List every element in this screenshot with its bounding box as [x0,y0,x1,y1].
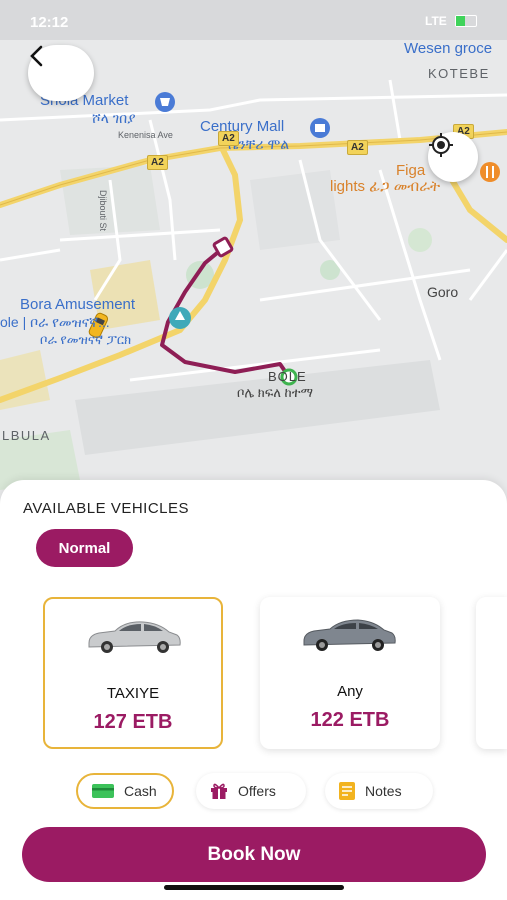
category-chip-normal[interactable]: Normal [36,529,133,567]
car-icon [88,621,181,653]
cash-label: Cash [124,783,157,799]
poi-figa-lights: lights ፊጋ መብራት [330,178,441,195]
gift-icon [211,783,227,799]
offers-option[interactable]: Offers [196,773,306,809]
vehicle-price: 127 ETB [93,711,173,733]
status-time: 12:12 [30,14,69,31]
section-title: AVAILABLE VEHICLES [23,500,190,517]
vehicle-price: 122 ETB [310,709,390,731]
vehicle-name: Any [337,683,363,700]
area-kotebe: KOTEBE [428,66,490,81]
crosshair-icon [429,133,453,157]
vehicle-card-partial[interactable] [476,597,507,749]
area-bulbula: LBULA [2,428,51,443]
cash-option[interactable]: Cash [76,773,174,809]
chevron-left-icon [30,45,43,67]
road-shield-a2: A2 [347,140,368,155]
poi-century-mall[interactable]: Century Mall [200,118,284,135]
cash-icon [92,784,114,798]
poi-bora-park-amharic: ቦራ የመዝናኛ ፓርክ [40,332,132,347]
poi-figa[interactable]: Figa [396,162,425,179]
back-button[interactable] [28,45,94,101]
notes-icon [339,782,355,800]
vehicle-card-any[interactable]: Any 122 ETB [260,597,440,749]
area-goro: Goro [427,284,459,300]
my-location-button[interactable] [428,132,478,182]
notes-option[interactable]: Notes [325,773,433,809]
offers-label: Offers [238,783,276,799]
area-bole: BOLE [268,369,307,384]
battery-icon [455,15,477,27]
area-bole-amharic: ቦሌ ክፍለ ከተማ [237,385,314,400]
vehicle-card-taxiye[interactable]: TAXIYE 127 ETB [43,597,223,749]
street-djibouti-st: Djibouti St [98,190,108,232]
poi-shola-market-amharic: ሾላ ገበያ [92,110,136,126]
notes-label: Notes [365,783,402,799]
vehicle-name: TAXIYE [106,685,160,702]
car-icon [303,619,396,651]
road-shield-a2: A2 [147,155,168,170]
poi-bora-amusement-amharic: ole | ቦራ የመዝናኛ... [0,314,110,330]
map-view[interactable]: 12:12 LTE Shola Market ሾላ ገበያ Century Ma… [0,0,507,520]
book-now-button[interactable]: Book Now [22,827,486,882]
road-shield-a2: A2 [218,131,239,146]
home-indicator [164,885,344,890]
poi-bora-amusement[interactable]: Bora Amusement [20,296,135,313]
vehicle-sheet: AVAILABLE VEHICLES Normal TAXIYE 127 ETB… [0,480,507,900]
status-network: LTE [425,14,447,28]
poi-wesen-grocery[interactable]: Wesen groce [404,40,492,57]
street-kenenisa-ave: Kenenisa Ave [118,130,173,140]
